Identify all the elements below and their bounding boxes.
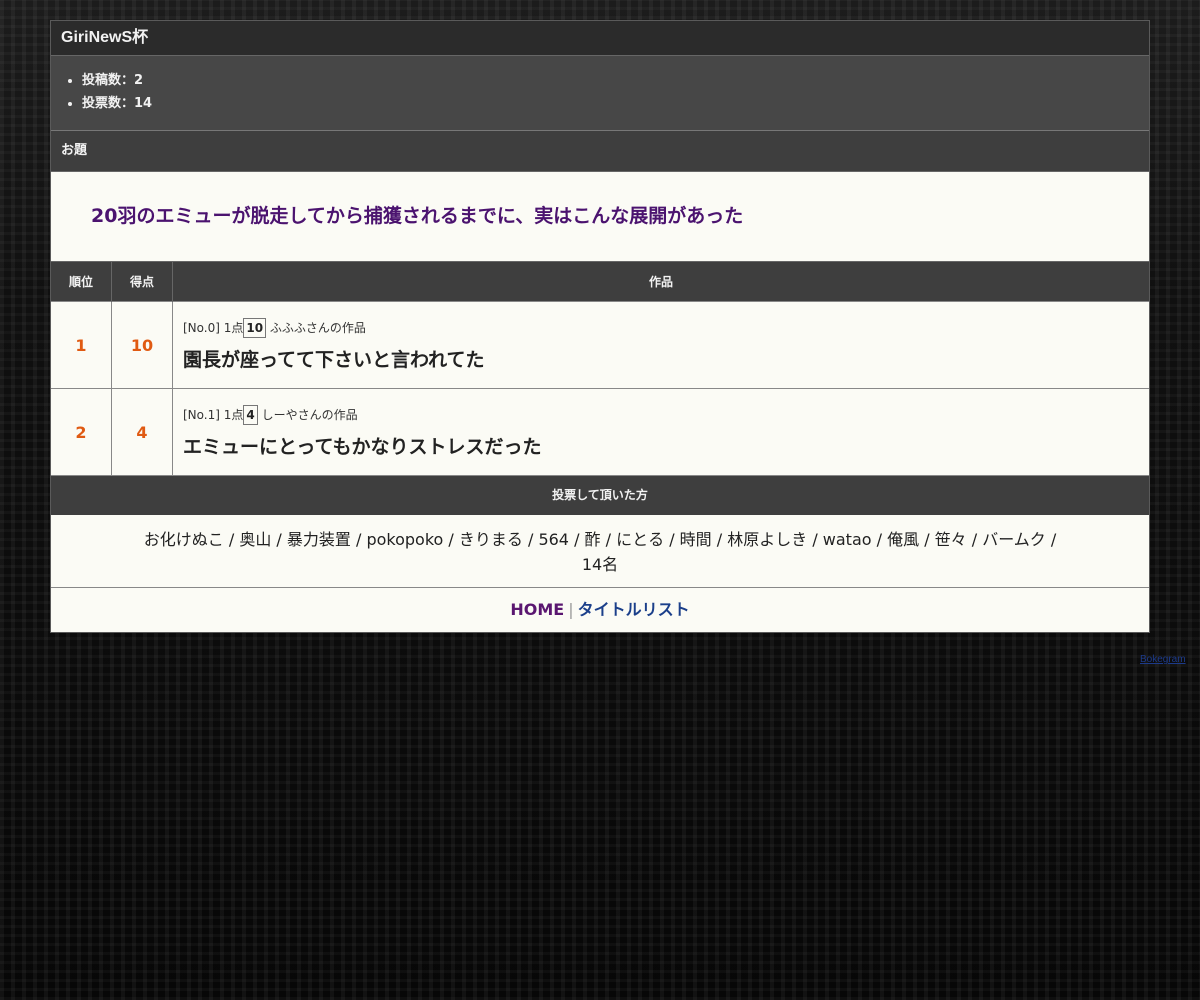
points-badge: 10: [243, 317, 267, 338]
ranking-header-row: 順位 得点 作品: [51, 261, 1149, 302]
theme-label: お題: [51, 131, 1149, 172]
work-cell: [No.0] 1点 10 ふふふさんの作品 園長が座ってて下さいと言われてた: [172, 301, 1149, 389]
entry-number: [No.0]: [183, 320, 220, 335]
ranking-table: 順位 得点 作品 1 10 [No.0] 1点 10 ふふふさんの作品 園長が座っ…: [51, 261, 1149, 475]
points-badge: 4: [243, 404, 258, 425]
contest-stats: 投稿数：2 投票数：14: [51, 56, 1149, 131]
header-rank: 順位: [51, 261, 112, 302]
work-title: 園長が座ってて下さいと言われてた: [183, 348, 485, 371]
work-meta: [No.1] 1点 4 しーやさんの作品: [183, 404, 1149, 425]
voter-list: お化けぬこ / 奥山 / 暴力装置 / pokopoko / きりまる / 56…: [143, 530, 1057, 549]
theme-text: 20羽のエミューが脱走してから捕獲されるまでに、実はこんな展開があった: [51, 172, 1149, 261]
work-cell: [No.1] 1点 4 しーやさんの作品 エミューにとってもかなりストレスだった: [172, 388, 1149, 475]
table-row: 2 4 [No.1] 1点 4 しーやさんの作品 エミューにとってもかなりストレス…: [51, 388, 1149, 475]
nav-separator: |: [568, 600, 574, 619]
entry-number: [No.1]: [183, 407, 220, 422]
author-name: ふふふさんの作品: [269, 320, 366, 335]
work-meta: [No.0] 1点 10 ふふふさんの作品: [183, 317, 1149, 338]
post-count: 投稿数：2: [82, 69, 1149, 92]
voters-heading: 投票して頂いた方: [51, 475, 1149, 515]
footer-nav: HOME | タイトルリスト: [51, 588, 1149, 633]
voter-count: 14名: [581, 555, 619, 574]
point-label: 1点: [223, 320, 244, 335]
contest-panel: GiriNewS杯 投稿数：2 投票数：14 お題 20羽のエミューが脱走してか…: [50, 20, 1150, 633]
header-score: 得点: [111, 261, 173, 302]
voters-section: お化けぬこ / 奥山 / 暴力装置 / pokopoko / きりまる / 56…: [51, 515, 1149, 588]
credit-link[interactable]: Bokegram: [1140, 654, 1186, 665]
header-work: 作品: [172, 261, 1149, 302]
point-label: 1点: [223, 407, 244, 422]
table-row: 1 10 [No.0] 1点 10 ふふふさんの作品 園長が座ってて下さいと言われ…: [51, 301, 1149, 389]
author-name: しーやさんの作品: [261, 407, 358, 422]
score-cell: 4: [111, 388, 173, 475]
score-cell: 10: [111, 301, 173, 389]
work-title: エミューにとってもかなりストレスだった: [183, 435, 542, 458]
vote-count: 投票数：14: [82, 92, 1149, 115]
title-list-link[interactable]: タイトルリスト: [578, 600, 690, 619]
rank-cell: 2: [51, 388, 112, 475]
rank-cell: 1: [51, 301, 112, 389]
contest-title: GiriNewS杯: [51, 21, 1149, 56]
home-link[interactable]: HOME: [510, 600, 564, 619]
